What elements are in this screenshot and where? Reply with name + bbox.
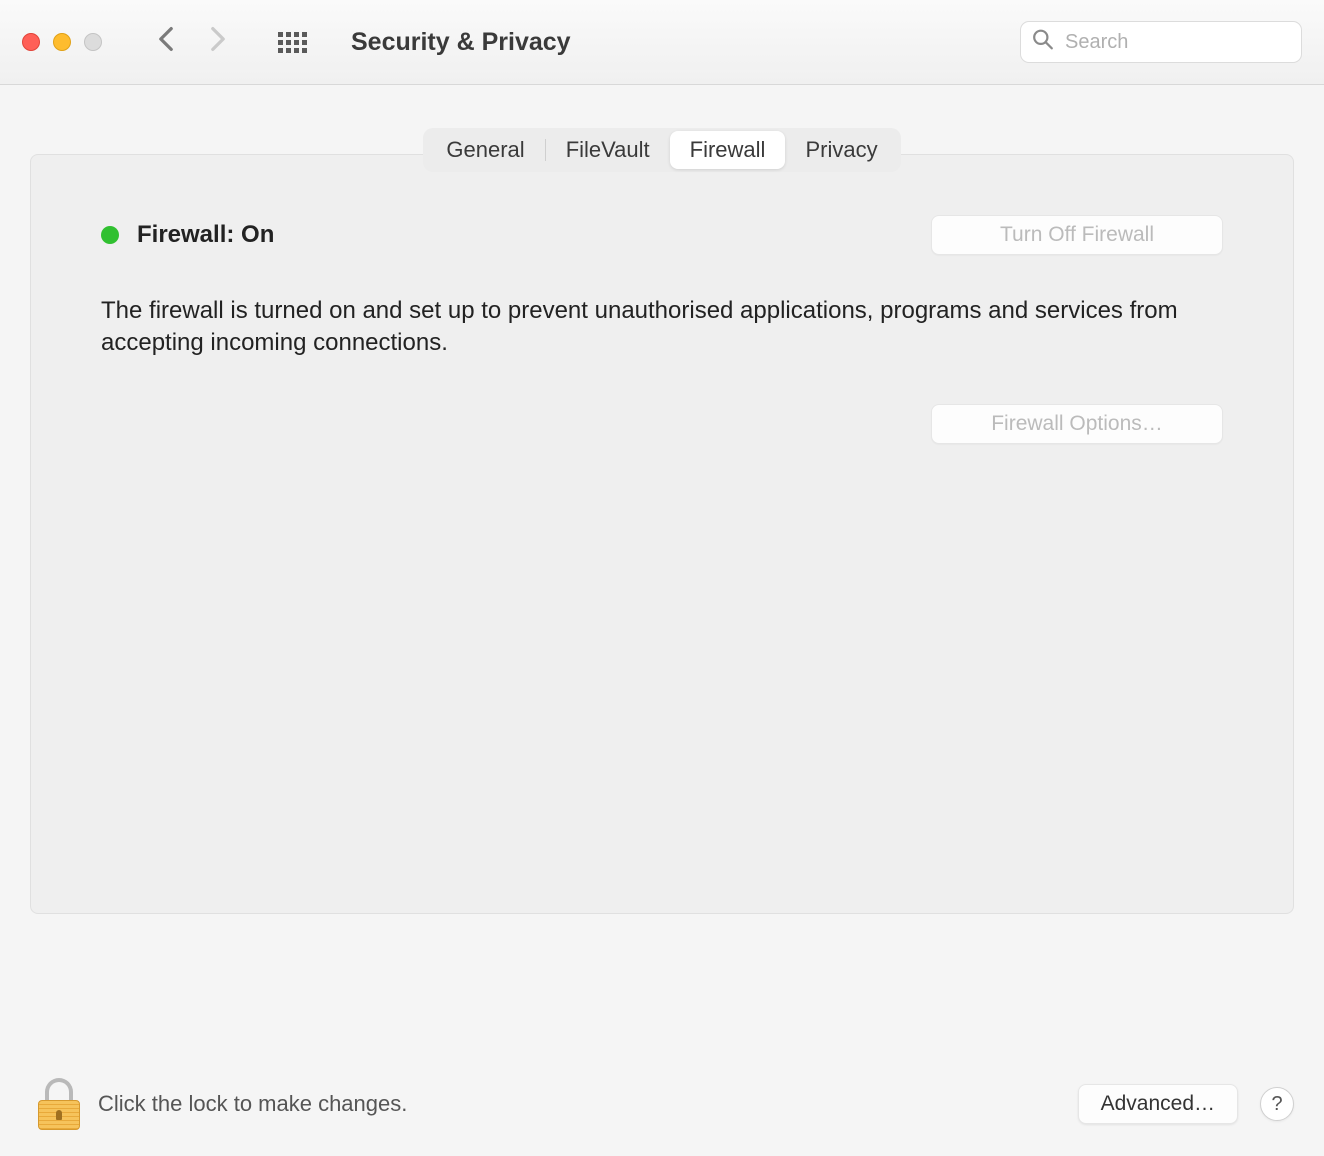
nav-arrows — [158, 26, 226, 59]
firewall-status-label: Firewall: On — [137, 221, 274, 249]
tab-privacy[interactable]: Privacy — [785, 131, 897, 169]
firewall-description: The firewall is turned on and set up to … — [101, 295, 1223, 360]
titlebar: Security & Privacy — [0, 0, 1324, 85]
window-controls — [22, 33, 102, 51]
status-indicator-icon — [101, 226, 119, 244]
search-input[interactable] — [1020, 21, 1302, 63]
lock-hint-text: Click the lock to make changes. — [98, 1091, 407, 1117]
firewall-options-button[interactable]: Firewall Options… — [931, 404, 1223, 444]
tab-group: General FileVault Firewall Privacy — [423, 128, 900, 172]
back-button[interactable] — [158, 26, 174, 59]
footer: Click the lock to make changes. Advanced… — [38, 1078, 1294, 1130]
forward-button — [210, 26, 226, 59]
firewall-panel: Firewall: On Turn Off Firewall The firew… — [30, 154, 1294, 914]
turn-off-firewall-button[interactable]: Turn Off Firewall — [931, 215, 1223, 255]
status-row: Firewall: On Turn Off Firewall — [101, 215, 1223, 255]
help-button[interactable]: ? — [1260, 1087, 1294, 1121]
tab-general[interactable]: General — [426, 131, 544, 169]
content-area: General FileVault Firewall Privacy Firew… — [0, 85, 1324, 914]
advanced-button[interactable]: Advanced… — [1078, 1084, 1238, 1124]
status-left: Firewall: On — [101, 221, 274, 249]
footer-right: Advanced… ? — [1078, 1084, 1294, 1124]
close-window-button[interactable] — [22, 33, 40, 51]
show-all-icon[interactable] — [278, 32, 307, 53]
tab-firewall[interactable]: Firewall — [670, 131, 786, 169]
search-icon — [1032, 29, 1054, 56]
zoom-window-button — [84, 33, 102, 51]
minimize-window-button[interactable] — [53, 33, 71, 51]
search-wrap — [1020, 21, 1302, 63]
lock-icon[interactable] — [38, 1078, 80, 1130]
options-row: Firewall Options… — [101, 404, 1223, 444]
tab-filevault[interactable]: FileVault — [546, 131, 670, 169]
window-title: Security & Privacy — [351, 28, 571, 57]
